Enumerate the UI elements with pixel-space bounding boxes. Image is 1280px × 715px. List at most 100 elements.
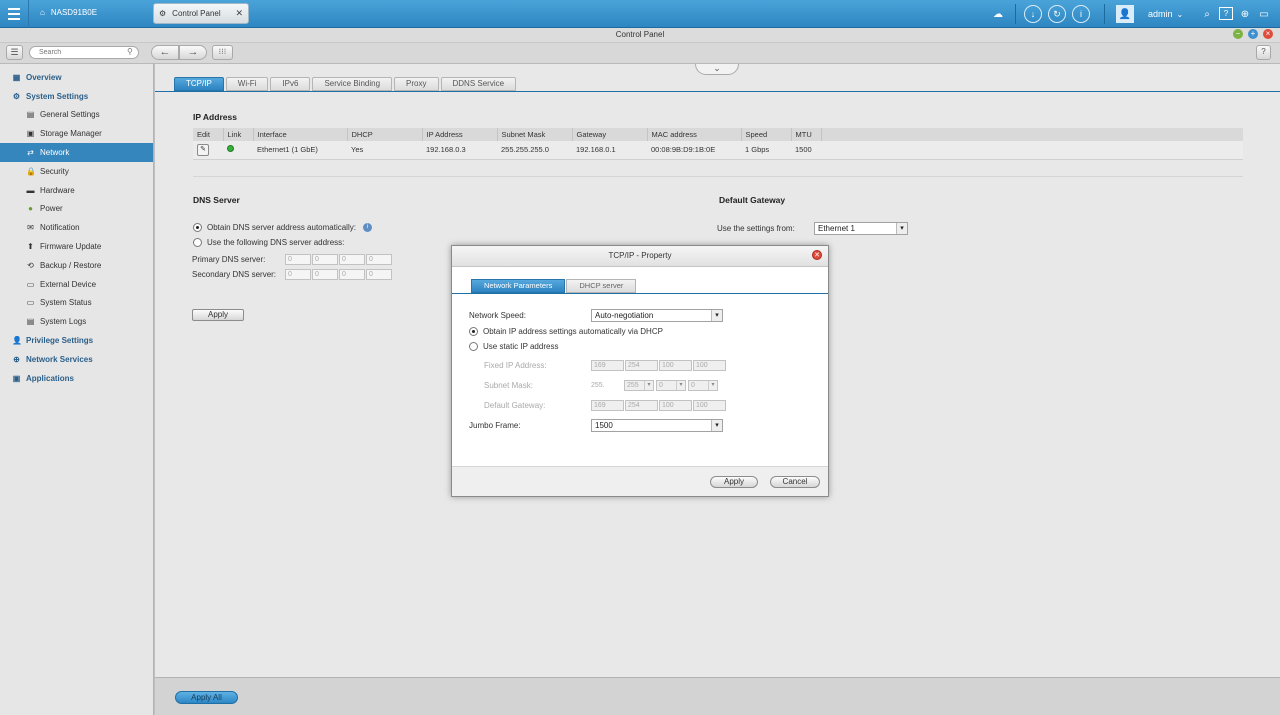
sidebar-item-system-settings[interactable]: ⚙ System Settings bbox=[0, 87, 153, 106]
col-interface: Interface bbox=[253, 128, 348, 141]
sidebar-item-system-logs[interactable]: ▤ System Logs bbox=[0, 312, 153, 331]
grid-icon: ▦ bbox=[12, 72, 21, 82]
fixed-ip-label: Fixed IP Address: bbox=[484, 361, 547, 370]
sidebar-item-power[interactable]: ● Power bbox=[0, 200, 153, 219]
static-ip-option[interactable]: Use static IP address bbox=[469, 342, 558, 351]
sidebar-item-network-services[interactable]: ⊕ Network Services bbox=[0, 350, 153, 369]
tab-wi-fi[interactable]: Wi-Fi bbox=[225, 77, 269, 91]
chevron-down-icon: ⌄ bbox=[1176, 9, 1184, 19]
sidebar-item-firmware-update[interactable]: ⬆ Firmware Update bbox=[0, 237, 153, 256]
collapse-icon[interactable]: ⌄ bbox=[695, 64, 739, 75]
col-edit: Edit bbox=[193, 128, 224, 141]
tab-tcp-ip[interactable]: TCP/IP bbox=[174, 77, 224, 91]
close-icon[interactable]: ✕ bbox=[812, 250, 822, 260]
nas-name: NASD91B0E bbox=[50, 8, 98, 17]
edit-icon[interactable]: ✎ bbox=[197, 143, 209, 156]
sidebar-item-system-status[interactable]: ▭ System Status bbox=[0, 294, 153, 313]
sidebar-item-backup-restore[interactable]: ⟲ Backup / Restore bbox=[0, 256, 153, 275]
tab-network-parameters[interactable]: Network Parameters bbox=[471, 279, 566, 293]
network-speed-select[interactable]: Auto-negotiation bbox=[591, 309, 723, 322]
sidebar-item-external-device[interactable]: ▭ External Device bbox=[0, 275, 153, 294]
jumbo-frame-row: Jumbo Frame: 1500 bbox=[469, 419, 723, 432]
nas-home[interactable]: ⌂ NASD91B0E bbox=[40, 8, 97, 17]
secondary-dns-input[interactable]: 0000 bbox=[285, 269, 393, 280]
sidebar-item-storage-manager[interactable]: ▣ Storage Manager bbox=[0, 124, 153, 143]
col-mac-address: MAC address bbox=[647, 128, 742, 141]
sidebar-item-notification[interactable]: ✉ Notification bbox=[0, 218, 153, 237]
help-icon[interactable]: ? bbox=[1219, 7, 1233, 20]
sidebar-item-privilege-settings[interactable]: 👤 Privilege Settings bbox=[0, 331, 153, 350]
tab-ddns-service[interactable]: DDNS Service bbox=[440, 77, 517, 91]
close-window-icon[interactable]: × bbox=[1263, 29, 1273, 39]
subnet-octet-4[interactable]: 0 bbox=[688, 380, 718, 391]
user-menu[interactable]: admin ⌄ bbox=[1148, 5, 1183, 23]
table-row[interactable]: ✎ Ethernet1 (1 GbE) Yes 192.168.0.3 255.… bbox=[193, 141, 1243, 160]
default-gateway-input[interactable]: 169 254 100 100 bbox=[591, 400, 727, 411]
back-button[interactable]: ← bbox=[151, 45, 179, 60]
network-tabs: TCP/IP Wi-Fi IPv6 Service Binding Proxy … bbox=[174, 77, 517, 91]
apps-grid-icon[interactable]: ⁝⁝⁝ bbox=[212, 45, 233, 60]
sidebar-item-general-settings[interactable]: ▤ General Settings bbox=[0, 106, 153, 125]
col-dhcp: DHCP bbox=[347, 128, 423, 141]
sync-icon[interactable]: ↻ bbox=[1048, 5, 1066, 23]
dhcp-option[interactable]: Obtain IP address settings automatically… bbox=[469, 327, 663, 336]
control-panel-tab[interactable]: ⚙ Control Panel ✕ bbox=[153, 3, 249, 24]
dns-manual-option[interactable]: Use the following DNS server address: bbox=[193, 238, 344, 247]
cell-mtu: 1500 bbox=[791, 141, 821, 160]
sidebar-item-overview[interactable]: ▦ Overview bbox=[0, 68, 153, 87]
hamburger-icon[interactable] bbox=[0, 0, 29, 28]
help-button[interactable]: ? bbox=[1256, 45, 1271, 60]
tab-proxy[interactable]: Proxy bbox=[394, 77, 439, 91]
globe-icon: ⊕ bbox=[13, 354, 20, 364]
forward-button[interactable]: → bbox=[179, 45, 207, 60]
gear-icon: ⚙ bbox=[159, 9, 167, 18]
tab-dhcp-server[interactable]: DHCP server bbox=[566, 279, 637, 293]
static-ip-radio[interactable] bbox=[469, 342, 478, 351]
dns-auto-radio[interactable] bbox=[193, 223, 202, 232]
logs-icon: ▤ bbox=[26, 317, 35, 327]
storage-icon: ▣ bbox=[26, 129, 35, 139]
jumbo-frame-label: Jumbo Frame: bbox=[469, 421, 521, 430]
tab-ipv6[interactable]: IPv6 bbox=[270, 77, 311, 91]
cell-mask: 255.255.255.0 bbox=[497, 141, 572, 160]
apply-all-button[interactable]: Apply All bbox=[175, 691, 238, 704]
subnet-mask-row: Subnet Mask: 255. 255 0 0 bbox=[484, 380, 720, 391]
dns-manual-radio[interactable] bbox=[193, 238, 202, 247]
gateway-select[interactable]: Ethernet 1 bbox=[814, 222, 908, 235]
info-icon[interactable]: i bbox=[1072, 5, 1090, 23]
network-speed-label: Network Speed: bbox=[469, 311, 526, 320]
tab-service-binding[interactable]: Service Binding bbox=[312, 77, 393, 91]
monitor-icon: ▭ bbox=[26, 298, 35, 308]
minimize-icon[interactable]: − bbox=[1233, 29, 1243, 39]
subnet-octet-3[interactable]: 0 bbox=[656, 380, 686, 391]
gateway-label: Use the settings from: bbox=[717, 224, 795, 233]
download-icon[interactable]: ↓ bbox=[1024, 5, 1042, 23]
dialog-apply-button[interactable]: Apply bbox=[710, 476, 758, 488]
fixed-ip-input[interactable]: 169 254 100 100 bbox=[591, 360, 727, 371]
maximize-icon[interactable]: + bbox=[1248, 29, 1258, 39]
dhcp-radio[interactable] bbox=[469, 327, 478, 336]
close-icon[interactable]: ✕ bbox=[235, 8, 243, 19]
user-icon[interactable]: 👤 bbox=[1116, 5, 1134, 23]
primary-dns-input[interactable]: 0000 bbox=[285, 254, 393, 265]
monitor-icon[interactable]: ▭ bbox=[1257, 5, 1271, 23]
search-input[interactable] bbox=[29, 46, 139, 59]
settings-icon: ▤ bbox=[26, 110, 35, 120]
sidebar-item-network[interactable]: ⇄ Network bbox=[0, 143, 153, 162]
globe-icon[interactable]: ⊕ bbox=[1238, 5, 1252, 23]
primary-dns-row: Primary DNS server: 0000 bbox=[192, 254, 393, 265]
sidebar-toggle-icon[interactable]: ☰ bbox=[6, 45, 23, 60]
info-icon[interactable]: i bbox=[362, 223, 372, 232]
power-icon: ● bbox=[28, 204, 33, 214]
dns-auto-option[interactable]: Obtain DNS server address automatically:… bbox=[193, 223, 372, 232]
sidebar-item-hardware[interactable]: ▬ Hardware bbox=[0, 181, 153, 200]
sidebar-item-applications[interactable]: ▣ Applications bbox=[0, 369, 153, 388]
user-icon: 👤 bbox=[12, 336, 22, 346]
subnet-octet-2[interactable]: 255 bbox=[624, 380, 654, 391]
cloud-icon[interactable]: ☁ bbox=[988, 5, 1008, 23]
jumbo-frame-select[interactable]: 1500 bbox=[591, 419, 723, 432]
sidebar-item-security[interactable]: 🔒 Security bbox=[0, 162, 153, 181]
dns-apply-button[interactable]: Apply bbox=[192, 309, 244, 321]
dialog-cancel-button[interactable]: Cancel bbox=[770, 476, 820, 488]
search-icon[interactable]: ⌕ bbox=[1200, 5, 1214, 23]
